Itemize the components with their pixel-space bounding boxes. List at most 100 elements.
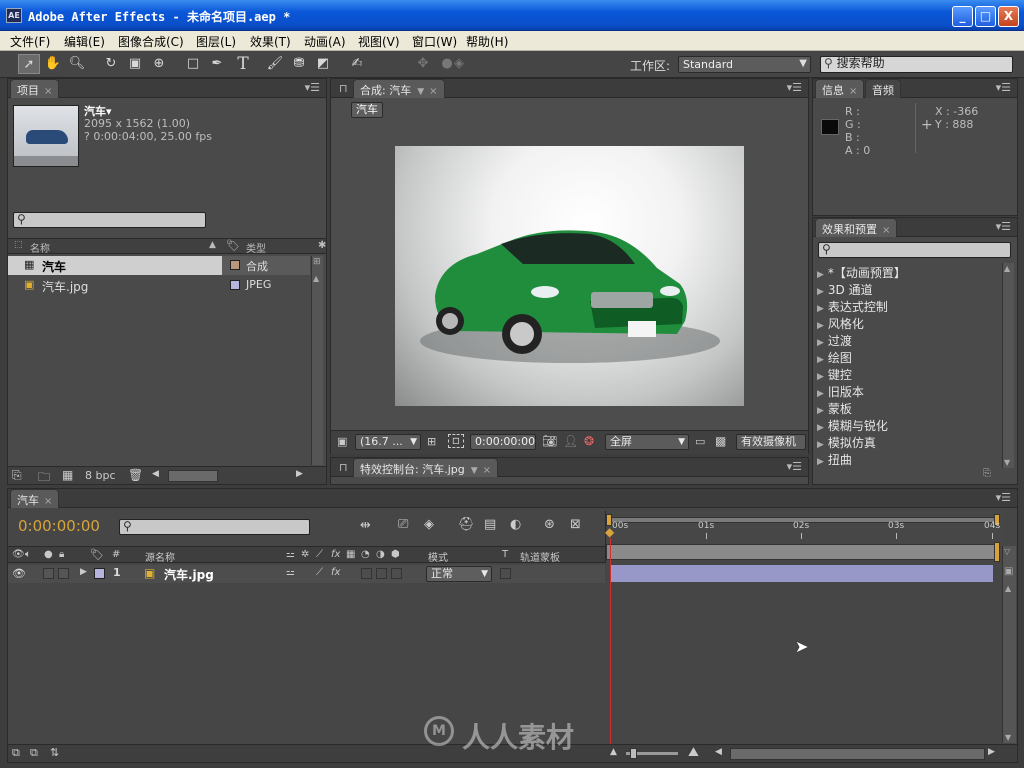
menu-view[interactable]: 视图(V) bbox=[358, 33, 400, 50]
tab-composition[interactable]: 合成: 汽车 ▼ × bbox=[353, 79, 445, 98]
expand-triangle-icon[interactable]: ▶ bbox=[817, 338, 824, 348]
label-column-icon[interactable]: ⬚ bbox=[14, 240, 23, 250]
bit-depth-button[interactable]: 8 bpc bbox=[85, 469, 116, 482]
tab-project[interactable]: 项目 × bbox=[10, 79, 60, 98]
adjustment-switch-icon[interactable]: ◑ bbox=[376, 549, 385, 560]
tab-info[interactable]: 信息 × bbox=[815, 79, 865, 98]
video-switch-icon[interactable]: 👁︎ bbox=[12, 549, 25, 560]
graph-editor-icon[interactable]: ⊠ bbox=[570, 517, 581, 532]
motion-blur-icon[interactable]: ◐ bbox=[510, 517, 521, 532]
workspace-select[interactable]: Standard ▼ bbox=[678, 56, 811, 73]
close-icon[interactable]: × bbox=[44, 86, 52, 97]
panel-menu-icon[interactable]: ▾☰ bbox=[787, 81, 802, 94]
expand-triangle-icon[interactable]: ▶ bbox=[817, 321, 824, 331]
3d-layer-switch-icon[interactable]: ⬢ bbox=[391, 549, 400, 560]
lock-switch-icon[interactable]: 🔒︎ bbox=[59, 549, 64, 560]
eraser-tool-icon[interactable]: ◩ bbox=[312, 54, 334, 74]
effect-category-item[interactable]: ▶ 表达式控制 bbox=[817, 298, 888, 315]
effect-category-item[interactable]: ▶ 键控 bbox=[817, 366, 852, 383]
comp-mini-flowchart-icon[interactable]: ⇹ bbox=[360, 518, 371, 533]
scroll-right-icon[interactable]: ▶ bbox=[296, 469, 303, 479]
menu-file[interactable]: 文件(F) bbox=[10, 33, 50, 50]
expand-triangle-icon[interactable]: ▶ bbox=[817, 270, 824, 280]
expand-layer-switches-icon[interactable]: ⧉ bbox=[12, 746, 20, 760]
column-type[interactable]: 类型 bbox=[246, 240, 266, 255]
new-folder-icon[interactable]: 🗀 bbox=[38, 468, 50, 489]
expand-triangle-icon[interactable]: ▶ bbox=[817, 389, 824, 399]
expand-transfer-controls-icon[interactable]: ⧉ bbox=[30, 746, 38, 760]
tab-effect-controls[interactable]: 特效控制台: 汽车.jpg ▼ × bbox=[353, 458, 499, 477]
tab-effects-presets[interactable]: 效果和预置 × bbox=[815, 218, 898, 237]
scroll-right-icon[interactable]: ▶ bbox=[988, 747, 995, 757]
effect-category-item[interactable]: ▶ 绘图 bbox=[817, 349, 852, 366]
expand-triangle-icon[interactable]: ▶ bbox=[817, 423, 824, 433]
color-channels-icon[interactable]: ❂ bbox=[584, 434, 594, 448]
scroll-down-icon[interactable]: ▼ bbox=[1005, 733, 1011, 742]
flowchart-icon[interactable]: ⊞ bbox=[313, 257, 321, 267]
collapse-switch-icon[interactable]: ✲ bbox=[301, 549, 309, 560]
scroll-left-icon[interactable]: ◀ bbox=[715, 747, 722, 757]
effect-category-item[interactable]: ▶ 过渡 bbox=[817, 332, 852, 349]
brush-tool-icon[interactable]: 🖌︎ bbox=[264, 54, 286, 74]
close-icon[interactable]: × bbox=[44, 496, 52, 507]
project-vertical-scrollbar[interactable]: ⊞ ▲ bbox=[311, 256, 323, 465]
playhead-handle-icon[interactable]: ◆ bbox=[605, 526, 617, 538]
new-preset-icon[interactable]: ⎘ bbox=[983, 468, 991, 479]
label-color-swatch[interactable] bbox=[230, 280, 240, 290]
layer-duration-bar[interactable] bbox=[611, 565, 993, 582]
shy-switch-icon[interactable]: ⚍ bbox=[286, 549, 295, 560]
solo-checkbox[interactable] bbox=[43, 568, 54, 579]
audio-switch-icon[interactable]: 🔈︎ bbox=[25, 549, 31, 560]
menu-window[interactable]: 窗口(W) bbox=[412, 33, 457, 50]
time-navigator-bar[interactable] bbox=[606, 544, 998, 560]
shy-switch-icon[interactable]: ⚍ bbox=[286, 567, 295, 578]
expand-triangle-icon[interactable]: ▶ bbox=[817, 287, 824, 297]
close-icon[interactable]: × bbox=[483, 465, 491, 476]
horizontal-scroll-thumb[interactable] bbox=[730, 748, 985, 760]
selection-tool-icon[interactable]: ➚ bbox=[18, 54, 40, 74]
zoom-slider-thumb[interactable] bbox=[630, 748, 637, 759]
effect-category-item[interactable]: ▶ 蒙板 bbox=[817, 400, 852, 417]
scroll-up-icon[interactable]: ▲ bbox=[1004, 264, 1010, 273]
always-preview-icon[interactable]: ▣ bbox=[337, 435, 347, 448]
column-mode[interactable]: 模式 bbox=[428, 549, 448, 564]
column-more-icon[interactable]: ✱ bbox=[318, 240, 326, 251]
composition-flow-tag[interactable]: 汽车 bbox=[351, 102, 383, 118]
snapshot-camera-icon[interactable]: 📷︎ bbox=[542, 434, 557, 448]
solo-switch-icon[interactable]: ● bbox=[44, 549, 53, 560]
column-track-matte[interactable]: 轨道蒙板 bbox=[520, 549, 560, 564]
expand-triangle-icon[interactable]: ▶ bbox=[817, 304, 824, 314]
chevron-down-icon[interactable]: ▼ bbox=[471, 466, 478, 476]
close-button[interactable]: X bbox=[998, 6, 1019, 27]
sort-up-icon[interactable]: ▲ bbox=[209, 240, 216, 250]
column-preserve-transparency[interactable]: T bbox=[502, 549, 508, 560]
time-ruler[interactable]: 00s 01s 02s 03s 04s bbox=[605, 511, 1005, 563]
chevron-down-icon[interactable]: ▼ bbox=[417, 87, 424, 97]
layer-mode-select[interactable]: 正常 ▼ bbox=[426, 566, 492, 582]
lock-icon[interactable]: ⊓ bbox=[339, 461, 348, 474]
puppet-tool-icon[interactable]: ✍ bbox=[346, 54, 368, 74]
panel-menu-icon[interactable]: ▾☰ bbox=[996, 491, 1011, 504]
current-time-field[interactable]: 0:00:00:00 bbox=[470, 434, 536, 450]
zoom-in-icon[interactable]: ⛰ bbox=[688, 745, 699, 760]
horizontal-scroll-thumb[interactable] bbox=[168, 470, 218, 482]
list-item[interactable]: ▦ 汽车 bbox=[8, 256, 222, 275]
effect-category-item[interactable]: ▶ 模糊与锐化 bbox=[817, 417, 888, 434]
adjustment-checkbox[interactable] bbox=[376, 568, 387, 579]
project-search-input[interactable]: ⚲ bbox=[13, 212, 206, 228]
preserve-transparency-checkbox[interactable] bbox=[500, 568, 511, 579]
effects-search-input[interactable]: ⚲ bbox=[818, 242, 1011, 258]
effect-switch-icon[interactable]: fx bbox=[331, 549, 340, 560]
column-layer-number[interactable]: # bbox=[112, 549, 120, 560]
mask-visibility-icon[interactable]: ▫ bbox=[448, 434, 464, 448]
label-color-swatch[interactable] bbox=[94, 568, 105, 579]
close-icon[interactable]: × bbox=[429, 86, 437, 97]
pan-behind-tool-icon[interactable]: ⊕ bbox=[148, 54, 170, 74]
eye-icon[interactable]: 👁︎ bbox=[12, 567, 26, 580]
clone-stamp-tool-icon[interactable]: ⛃ bbox=[288, 54, 310, 74]
new-composition-icon[interactable]: ▦ bbox=[62, 468, 73, 482]
scroll-left-icon[interactable]: ◀ bbox=[152, 469, 159, 479]
frame-blending-icon[interactable]: ▤ bbox=[484, 517, 496, 532]
hide-shy-layers-icon[interactable]: ⛑ bbox=[458, 517, 475, 532]
effects-vertical-scrollbar[interactable]: ▲ ▼ bbox=[1002, 263, 1014, 468]
